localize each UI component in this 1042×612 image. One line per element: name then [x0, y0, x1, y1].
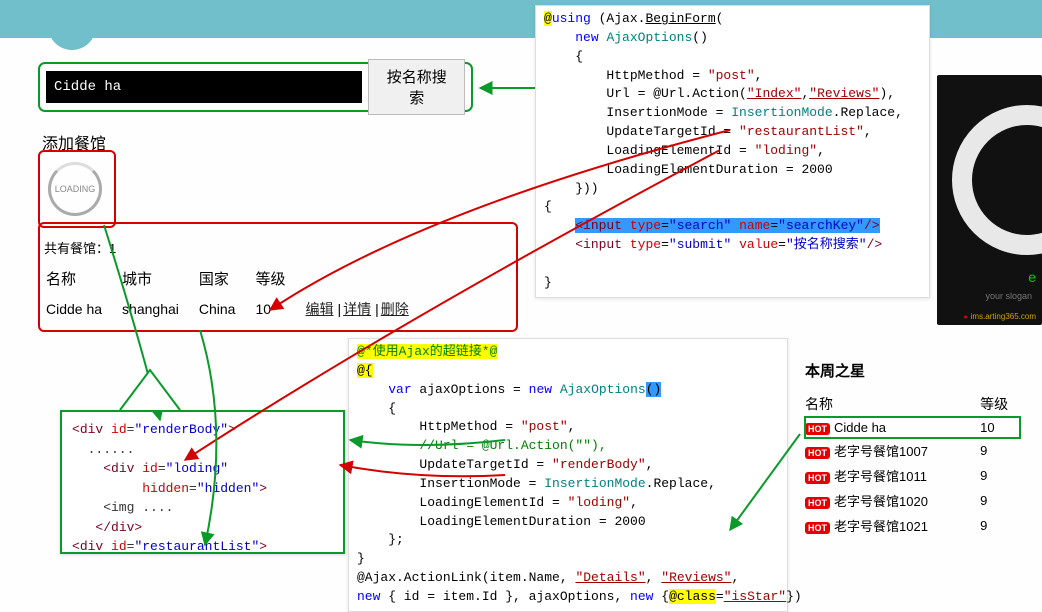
star-rating: 9 — [980, 488, 1020, 513]
star-row[interactable]: HOT 老字号餐馆1021 9 — [805, 513, 1020, 538]
delete-link[interactable]: 删除 — [381, 301, 409, 317]
star-name: 老字号餐馆1020 — [834, 494, 928, 509]
hot-badge-icon: HOT — [805, 522, 830, 534]
search-form: 按名称搜索 — [38, 62, 473, 112]
hot-badge-icon: HOT — [805, 447, 830, 459]
hot-badge-icon: HOT — [805, 423, 830, 435]
star-rating: 9 — [980, 463, 1020, 488]
cell-country: China — [199, 295, 254, 323]
star-rating: 9 — [980, 438, 1020, 463]
code-snippet-beginform: @using (Ajax.BeginForm( new AjaxOptions(… — [535, 5, 930, 298]
search-button[interactable]: 按名称搜索 — [368, 59, 465, 115]
details-link[interactable]: 详情 — [343, 301, 371, 317]
col-name: 名称 — [46, 264, 120, 293]
table-header-row: 名称 城市 国家 等级 — [46, 264, 429, 293]
restaurant-count-label: 共有餐馆：1 — [44, 238, 116, 257]
table-row: Cidde ha shanghai China 10 编辑|详情|删除 — [46, 295, 429, 323]
cell-rating: 10 — [255, 295, 303, 323]
code-snippet-actionlink: @*使用Ajax的超链接*@ @{ var ajaxOptions = new … — [348, 338, 788, 612]
star-name: 老字号餐馆1011 — [834, 469, 927, 484]
hot-badge-icon: HOT — [805, 497, 830, 509]
star-col-rating: 等级 — [980, 391, 1020, 417]
col-city: 城市 — [122, 264, 197, 293]
star-rating: 10 — [980, 417, 1020, 438]
edit-link[interactable]: 编辑 — [305, 301, 333, 317]
hot-badge-icon: HOT — [805, 472, 830, 484]
star-row[interactable]: HOT 老字号餐馆1007 9 — [805, 438, 1020, 463]
weekly-stars-panel: 本周之星 名称 等级 HOTCidde ha10HOT老字号餐馆10079HOT… — [805, 360, 1020, 538]
cell-city: shanghai — [122, 295, 197, 323]
star-name: Cidde ha — [834, 420, 886, 435]
star-rating: 9 — [980, 513, 1020, 538]
restaurant-table: 名称 城市 国家 等级 Cidde ha shanghai China 10 编… — [44, 262, 431, 325]
loading-spinner-icon: LOADING — [48, 162, 102, 216]
star-row[interactable]: HOT 老字号餐馆1011 9 — [805, 463, 1020, 488]
col-country: 国家 — [199, 264, 254, 293]
sidebar-promo-image: e your slogan ims.arting365.com — [937, 75, 1042, 325]
star-name: 老字号餐馆1021 — [834, 519, 928, 534]
star-row[interactable]: HOT 老字号餐馆1020 9 — [805, 488, 1020, 513]
star-col-name: 名称 — [805, 391, 980, 417]
search-input[interactable] — [46, 71, 362, 103]
star-row[interactable]: HOT Cidde ha 10 — [805, 417, 1020, 438]
cell-name: Cidde ha — [46, 295, 120, 323]
col-rating: 等级 — [255, 264, 303, 293]
weekly-stars-title: 本周之星 — [805, 360, 1020, 381]
star-name: 老字号餐馆1007 — [834, 444, 928, 459]
html-snippet: <div id="renderBody"> ...... <div id="lo… — [60, 410, 345, 554]
